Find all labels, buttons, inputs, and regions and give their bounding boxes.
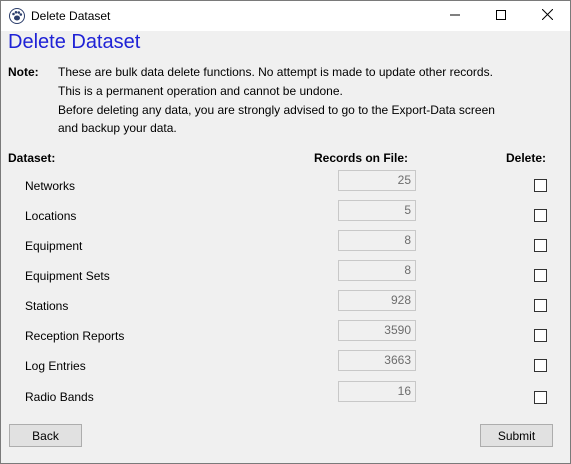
- close-icon: [541, 8, 553, 23]
- dataset-label-radio-bands: Radio Bands: [25, 390, 94, 404]
- title-bar: Delete Dataset: [1, 1, 570, 31]
- delete-checkbox-reception-reports[interactable]: [534, 329, 547, 342]
- dataset-label-reception-reports: Reception Reports: [25, 329, 125, 343]
- records-count-radio-bands: 16: [338, 381, 416, 402]
- back-button[interactable]: Back: [9, 424, 82, 447]
- page-heading: Delete Dataset: [8, 31, 141, 53]
- maximize-icon: [496, 9, 506, 23]
- note-line: These are bulk data delete functions. No…: [58, 65, 493, 79]
- close-button[interactable]: [524, 1, 570, 31]
- maximize-button[interactable]: [478, 1, 524, 31]
- delete-checkbox-log-entries[interactable]: [534, 359, 547, 372]
- delete-dataset-window: Delete Dataset Delete Dataset Note: Thes…: [0, 0, 571, 464]
- delete-checkbox-radio-bands[interactable]: [534, 391, 547, 404]
- delete-column-header: Delete:: [506, 151, 547, 165]
- records-count-equipment-sets: 8: [338, 260, 416, 281]
- records-count-log-entries: 3663: [338, 350, 416, 371]
- note-line: Before deleting any data, you are strong…: [58, 103, 495, 117]
- delete-checkbox-networks[interactable]: [534, 179, 547, 192]
- delete-checkbox-equipment[interactable]: [534, 239, 547, 252]
- dataset-label-equipment: Equipment: [25, 239, 83, 253]
- dataset-label-equipment-sets: Equipment Sets: [25, 269, 110, 283]
- dataset-label-stations: Stations: [25, 299, 69, 313]
- dataset-label-log-entries: Log Entries: [25, 359, 86, 373]
- records-count-stations: 928: [338, 290, 416, 311]
- note-line: and backup your data.: [58, 121, 177, 135]
- window-title: Delete Dataset: [31, 9, 111, 23]
- note-label: Note:: [8, 65, 39, 79]
- submit-button[interactable]: Submit: [480, 424, 553, 447]
- records-count-reception-reports: 3590: [338, 320, 416, 341]
- delete-checkbox-locations[interactable]: [534, 209, 547, 222]
- minimize-button[interactable]: [432, 1, 478, 31]
- note-line: This is a permanent operation and cannot…: [58, 84, 343, 98]
- delete-checkbox-equipment-sets[interactable]: [534, 269, 547, 282]
- delete-checkbox-stations[interactable]: [534, 299, 547, 312]
- records-count-equipment: 8: [338, 230, 416, 251]
- records-count-locations: 5: [338, 200, 416, 221]
- records-count-networks: 25: [338, 170, 416, 191]
- dataset-column-header: Dataset:: [8, 151, 56, 165]
- minimize-icon: [450, 9, 460, 23]
- dataset-label-networks: Networks: [25, 179, 76, 193]
- paw-print-icon: [9, 8, 25, 24]
- records-column-header: Records on File:: [314, 151, 409, 165]
- dataset-label-locations: Locations: [25, 209, 77, 223]
